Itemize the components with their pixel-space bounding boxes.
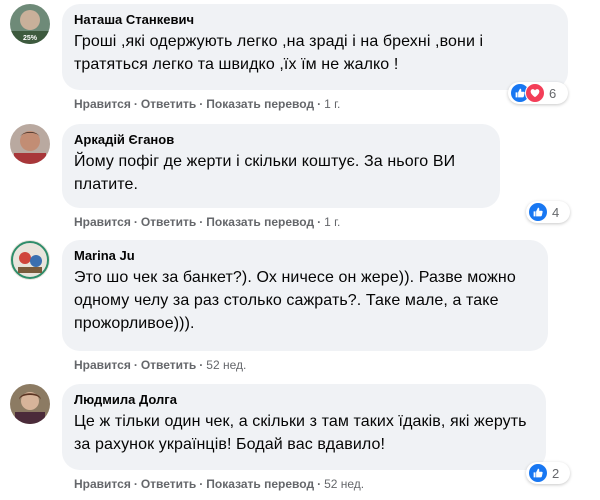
reply-link[interactable]: Ответить	[141, 215, 196, 229]
reply-link[interactable]: Ответить	[141, 97, 196, 111]
comment-bubble: Marina Ju Это шо чек за банкет?). Ох нич…	[62, 240, 548, 351]
avatar-image	[10, 384, 50, 424]
comment-actions: Нравится · Ответить · Показать перевод · 1 г.	[74, 214, 340, 230]
separator-dot: ·	[199, 477, 204, 491]
avatar[interactable]	[10, 124, 50, 164]
like-icon	[528, 202, 548, 222]
like-link[interactable]: Нравится	[74, 97, 131, 111]
reactions-summary[interactable]: 2	[526, 462, 570, 484]
avatar-image	[10, 124, 50, 164]
comment-author[interactable]: Людмила Долга	[74, 392, 534, 408]
timestamp[interactable]: 52 нед.	[324, 477, 364, 491]
avatar-badge: 25%	[23, 35, 38, 42]
comment-author[interactable]: Наташа Станкевич	[74, 12, 556, 28]
like-link[interactable]: Нравится	[74, 477, 131, 491]
avatar[interactable]: 25%	[10, 4, 50, 44]
comment-author[interactable]: Аркадій Єганов	[74, 132, 488, 148]
timestamp[interactable]: 1 г.	[324, 215, 340, 229]
comment-author[interactable]: Marina Ju	[74, 248, 536, 264]
reaction-count: 6	[549, 85, 557, 101]
avatar-image: 25%	[10, 4, 50, 44]
separator-dot: ·	[199, 97, 204, 111]
separator-dot: ·	[133, 215, 138, 229]
avatar[interactable]	[10, 240, 50, 280]
separator-dot: ·	[199, 358, 204, 372]
timestamp[interactable]: 52 нед.	[206, 358, 246, 372]
separator-dot: ·	[199, 215, 204, 229]
reaction-count: 4	[552, 204, 560, 220]
comment-text: Гроші ,які одержують легко ,на зраді і н…	[74, 33, 484, 73]
like-link[interactable]: Нравится	[74, 358, 131, 372]
comment-bubble: Аркадій Єганов Йому пофіг де жерти і скі…	[62, 124, 500, 208]
comment-bubble: Людмила Долга Це ж тільки один чек, а ск…	[62, 384, 546, 470]
comment-actions: Нравится · Ответить · 52 нед.	[74, 357, 246, 373]
timestamp[interactable]: 1 г.	[324, 97, 340, 111]
comment-text: Йому пофіг де жерти і скільки коштує. За…	[74, 153, 456, 193]
translate-link[interactable]: Показать перевод	[206, 97, 314, 111]
comment-actions: Нравится · Ответить · Показать перевод · 1 г.	[74, 96, 340, 112]
avatar[interactable]	[10, 384, 50, 424]
heart-icon	[525, 83, 545, 103]
comment-bubble: Наташа Станкевич Гроші ,які одержують ле…	[62, 4, 568, 90]
translate-link[interactable]: Показать перевод	[206, 215, 314, 229]
reactions-summary[interactable]: 4	[526, 201, 570, 223]
separator-dot: ·	[133, 358, 138, 372]
separator-dot: ·	[317, 215, 322, 229]
avatar-image	[10, 240, 50, 280]
reply-link[interactable]: Ответить	[141, 358, 196, 372]
reply-link[interactable]: Ответить	[141, 477, 196, 491]
separator-dot: ·	[317, 477, 322, 491]
reactions-summary[interactable]: 6	[508, 82, 568, 104]
like-link[interactable]: Нравится	[74, 215, 131, 229]
separator-dot: ·	[133, 97, 138, 111]
separator-dot: ·	[317, 97, 322, 111]
comment-text: Это шо чек за банкет?). Ох ничесе он жер…	[74, 269, 516, 332]
like-icon	[528, 463, 548, 483]
reaction-count: 2	[552, 465, 560, 481]
translate-link[interactable]: Показать перевод	[206, 477, 314, 491]
comment-text: Це ж тільки один чек, а скільки з там та…	[74, 413, 527, 453]
comment-actions: Нравится · Ответить · Показать перевод · 52 не…	[74, 476, 364, 492]
separator-dot: ·	[133, 477, 138, 491]
